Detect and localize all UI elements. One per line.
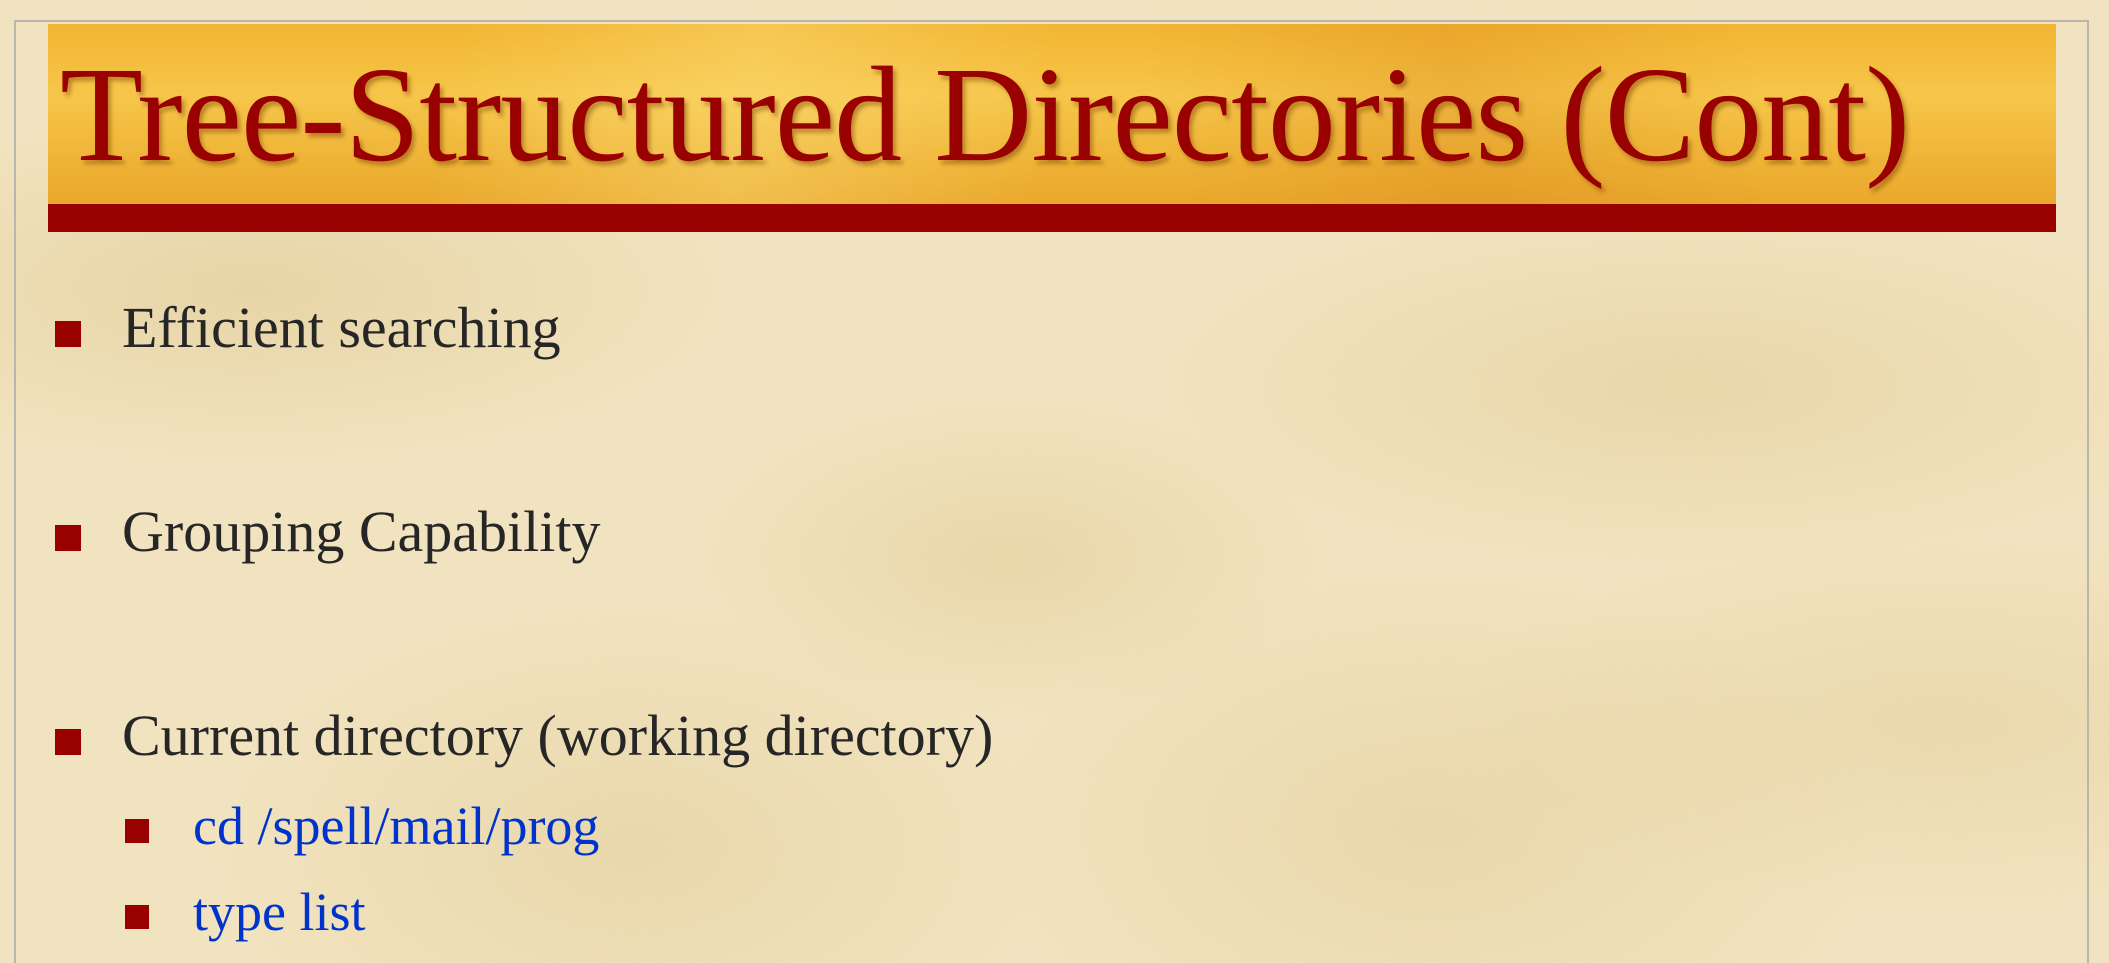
bullet-text: Current directory (working directory) [122,703,994,768]
sub-bullet-text: cd /spell/mail/prog [193,796,600,856]
sub-bullet-item: type list [125,879,366,945]
title-rule [48,204,2056,232]
bullet-item: Grouping Capability [55,497,601,567]
bullet-item: Efficient searching [55,293,561,363]
square-bullet-icon [55,321,81,347]
slide-title: Tree-Structured Directories (Cont) [60,40,1910,190]
sub-bullet-text: type list [193,882,366,942]
bullet-text: Efficient searching [122,295,561,360]
square-bullet-icon [125,905,149,929]
bullet-text: Grouping Capability [122,499,601,564]
square-bullet-icon [55,729,81,755]
square-bullet-icon [55,525,81,551]
sub-bullet-item: cd /spell/mail/prog [125,793,600,859]
square-bullet-icon [125,819,149,843]
bullet-item: Current directory (working directory) [55,701,994,771]
